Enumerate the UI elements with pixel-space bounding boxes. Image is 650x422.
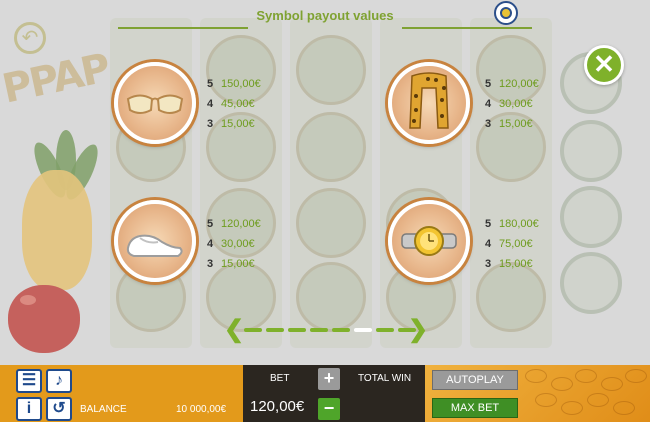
snakeskin-scale	[551, 377, 573, 391]
payout-row: 3 15,00€	[207, 114, 261, 134]
max-bet-button[interactable]: MAX BET	[432, 398, 518, 418]
page-dot[interactable]	[288, 328, 306, 332]
leopard-scarf-symbol	[388, 62, 470, 144]
speaker-icon: ♪	[55, 372, 63, 389]
payout-table: 5 120,00€ 4 30,00€ 3 15,00€	[485, 74, 539, 134]
info-icon: i	[26, 400, 32, 417]
snakeskin-scale	[601, 377, 623, 391]
balance-value: 10 000,00€	[176, 404, 227, 415]
payout-value: 15,00€	[221, 118, 255, 130]
snakeskin-scale	[625, 369, 647, 383]
payout-table: 5 180,00€ 4 75,00€ 3 15,00€	[485, 214, 539, 274]
info-button[interactable]: i	[16, 397, 42, 421]
payout-row: 4 75,00€	[485, 234, 539, 254]
payout-count: 3	[485, 258, 492, 270]
snakeskin-scale	[575, 369, 597, 383]
leopard-scarf-icon	[409, 72, 449, 129]
payout-count: 5	[485, 218, 492, 230]
snakeskin-scale	[587, 393, 609, 407]
autoplay-button[interactable]: AUTOPLAY	[432, 370, 518, 390]
payout-count: 4	[485, 238, 492, 250]
increase-bet-button[interactable]: +	[318, 368, 340, 390]
header-line-right	[402, 27, 532, 29]
payout-table: 5 150,00€ 4 45,00€ 3 15,00€	[207, 74, 261, 134]
payout-value: 15,00€	[221, 258, 255, 270]
menu-button[interactable]: ☰	[16, 369, 42, 393]
page-dot[interactable]	[266, 328, 284, 332]
payout-count: 3	[207, 258, 214, 270]
sunglasses-icon	[126, 94, 184, 114]
payout-count: 4	[485, 98, 492, 110]
payout-value: 30,00€	[499, 98, 533, 110]
gold-watch-symbol	[388, 200, 470, 282]
sunglasses-symbol	[114, 62, 196, 144]
payout-count: 5	[485, 78, 492, 90]
bet-value: 120,00€	[250, 398, 305, 415]
payout-row: 4 45,00€	[207, 94, 261, 114]
history-icon: ↺	[52, 400, 66, 417]
shoe-icon	[126, 234, 183, 257]
payout-row: 3 15,00€	[485, 254, 539, 274]
paytable-overlay	[0, 0, 650, 365]
payout-count: 5	[207, 218, 214, 230]
page-dot[interactable]	[310, 328, 328, 332]
payout-value: 30,00€	[221, 238, 255, 250]
snakeskin-scale	[525, 369, 547, 383]
page-title: Symbol payout values	[256, 8, 394, 23]
payout-count: 3	[207, 118, 214, 130]
payout-row: 5 120,00€	[207, 214, 261, 234]
page-dot[interactable]	[332, 328, 350, 332]
payout-value: 180,00€	[499, 218, 539, 230]
payout-row: 3 15,00€	[207, 254, 261, 274]
payout-row: 4 30,00€	[207, 234, 261, 254]
previous-page-arrow[interactable]: ❮	[224, 318, 244, 342]
page-dot[interactable]	[244, 328, 262, 332]
badge-icon	[494, 1, 518, 25]
snakeskin-scale	[535, 393, 557, 407]
payout-row: 5 120,00€	[485, 74, 539, 94]
total-win-label: TOTAL WIN	[358, 373, 412, 384]
decrease-bet-button[interactable]: −	[318, 398, 340, 420]
snakeskin-scale	[613, 401, 635, 415]
snakeskin-scale	[561, 401, 583, 415]
header-line-left	[118, 27, 248, 29]
payout-row: 5 180,00€	[485, 214, 539, 234]
white-shoe-symbol	[114, 200, 196, 282]
payout-row: 3 15,00€	[485, 114, 539, 134]
payout-value: 75,00€	[499, 238, 533, 250]
payout-value: 120,00€	[499, 78, 539, 90]
payout-table: 5 120,00€ 4 30,00€ 3 15,00€	[207, 214, 261, 274]
close-button[interactable]: ✕	[584, 45, 624, 85]
payout-value: 150,00€	[221, 78, 261, 90]
game-stage: PPAP ↶ Symbol payout values ✕ 5 150,00€ 4…	[0, 0, 650, 422]
payout-value: 15,00€	[499, 258, 533, 270]
bet-label: BET	[270, 373, 290, 384]
payout-count: 4	[207, 238, 214, 250]
list-icon: ☰	[21, 372, 37, 389]
page-dot[interactable]	[398, 328, 416, 332]
payout-count: 3	[485, 118, 492, 130]
balance-label: BALANCE	[80, 404, 127, 415]
sound-button[interactable]: ♪	[46, 369, 72, 393]
payout-value: 120,00€	[221, 218, 261, 230]
page-dot[interactable]	[376, 328, 394, 332]
payout-value: 15,00€	[499, 118, 533, 130]
payout-row: 5 150,00€	[207, 74, 261, 94]
payout-row: 4 30,00€	[485, 94, 539, 114]
payout-count: 5	[207, 78, 214, 90]
payout-count: 4	[207, 98, 214, 110]
page-dot-active[interactable]	[354, 328, 372, 332]
watch-icon	[401, 226, 457, 256]
payout-value: 45,00€	[221, 98, 255, 110]
history-button[interactable]: ↺	[46, 397, 72, 421]
